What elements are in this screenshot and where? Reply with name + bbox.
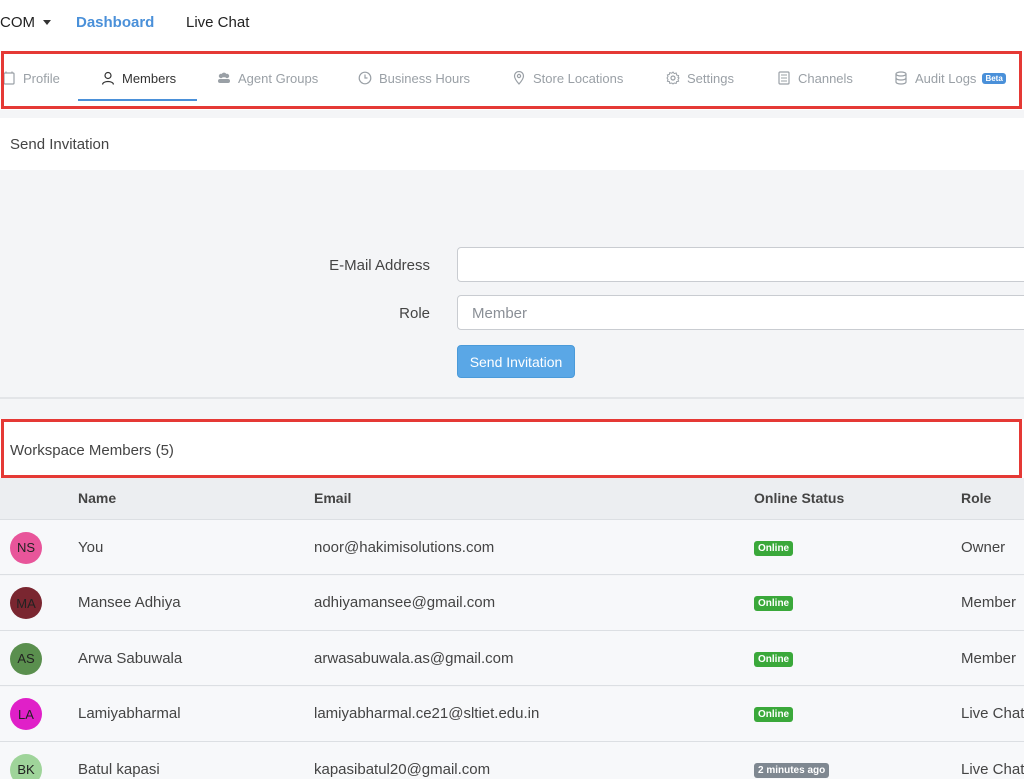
member-role: Owner [961, 538, 1006, 556]
tab-label: Settings [687, 70, 734, 86]
channels-icon [778, 71, 790, 85]
table-row[interactable] [0, 520, 1024, 575]
tab-profile[interactable]: Profile [2, 68, 60, 88]
active-tab-indicator [78, 99, 197, 101]
avatar: LA [10, 698, 42, 731]
member-role: Live Chat [961, 705, 1024, 723]
avatar: AS [10, 642, 42, 675]
member-name: Batul kapasi [78, 760, 160, 778]
member-email: noor@hakimisolutions.com [314, 538, 495, 556]
section-divider [0, 397, 1024, 399]
tab-label: Store Locations [533, 70, 624, 86]
invitation-header [0, 118, 1024, 170]
tab-channels[interactable]: Channels [777, 68, 853, 88]
avatar: NS [10, 531, 42, 564]
beta-badge: Beta [982, 72, 1006, 84]
role-select[interactable]: Member [457, 295, 1024, 330]
tab-label: Members [122, 70, 177, 86]
clock-icon [358, 71, 372, 85]
member-role: Member [961, 649, 1017, 667]
member-role: Live Chat [961, 760, 1024, 778]
status-badge: Online [754, 707, 794, 723]
tab-audit-logs[interactable]: Audit Logs Beta [894, 68, 1006, 88]
tab-settings[interactable]: Settings [666, 68, 734, 88]
member-role: Member [961, 594, 1017, 612]
tab-label: Profile [23, 70, 60, 86]
tab-store-locations[interactable]: Store Locations [512, 68, 623, 88]
tab-label: Business Hours [379, 70, 471, 86]
member-name: Lamiyabharmal [78, 705, 181, 723]
tab-label: Agent Groups [238, 70, 319, 86]
column-header-role[interactable]: Role [961, 490, 991, 506]
tab-business-hours[interactable]: Business Hours [358, 68, 470, 88]
column-header-email[interactable]: Email [314, 490, 351, 506]
role-label: Role [399, 305, 430, 322]
members-table-header [0, 478, 1024, 520]
members-title: Workspace Members (5) [10, 442, 174, 459]
email-label: E-Mail Address [329, 257, 430, 274]
tab-members[interactable]: Members [101, 68, 176, 88]
workspace-name: COM [0, 14, 35, 31]
status-badge: 2 minutes ago [754, 762, 830, 778]
avatar: MA [10, 587, 42, 620]
invitation-title: Send Invitation [10, 136, 110, 153]
tab-agent-groups[interactable]: Agent Groups [217, 68, 318, 88]
tab-label: Audit Logs [915, 70, 977, 86]
user-icon [101, 71, 115, 85]
member-name: You [78, 538, 104, 556]
caret-down-icon [43, 20, 51, 25]
member-email: arwasabuwala.as@gmail.com [314, 649, 514, 667]
member-name: Arwa Sabuwala [78, 649, 183, 667]
status-badge: Online [754, 596, 794, 612]
location-pin-icon [513, 71, 525, 85]
nav-link-live-chat[interactable]: Live Chat [186, 14, 249, 31]
users-icon [218, 72, 230, 83]
column-header-name[interactable]: Name [78, 490, 116, 506]
top-nav: COM Dashboard Live Chat [0, 0, 1024, 48]
status-badge: Online [754, 540, 794, 556]
member-email: lamiyabharmal.ce21@sltiet.edu.in [314, 705, 540, 723]
tab-label: Channels [798, 70, 853, 86]
nav-link-dashboard[interactable]: Dashboard [76, 14, 154, 31]
member-name: Mansee Adhiya [78, 594, 181, 612]
column-header-online-status[interactable]: Online Status [754, 490, 844, 506]
email-field[interactable] [457, 247, 1024, 282]
workspace-switcher[interactable]: COM [0, 14, 51, 31]
gear-icon [666, 71, 680, 85]
member-email: kapasibatul20@gmail.com [314, 760, 491, 778]
profile-icon [3, 71, 15, 85]
send-invitation-button[interactable]: Send Invitation [457, 345, 575, 378]
status-badge: Online [754, 651, 794, 667]
database-icon [895, 71, 907, 85]
member-email: adhiyamansee@gmail.com [314, 594, 496, 612]
